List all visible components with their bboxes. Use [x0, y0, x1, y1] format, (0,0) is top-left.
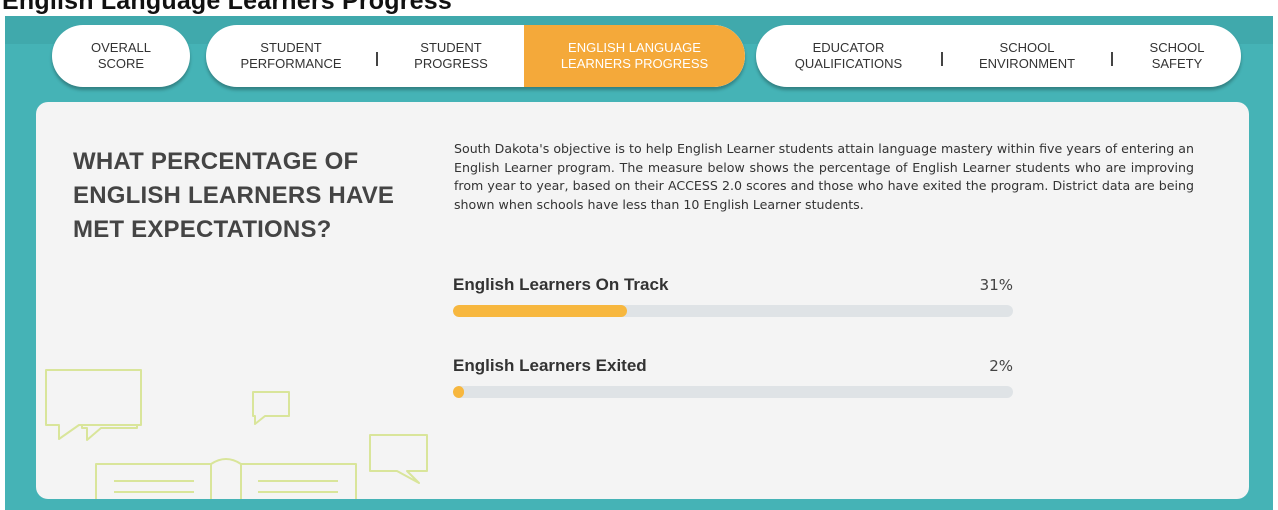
page-title: English Language Learners Progress: [2, 0, 452, 15]
progress-bar-fill: [453, 386, 465, 398]
tab-school-safety[interactable]: SCHOOL SAFETY: [1113, 25, 1241, 87]
metric-value: 31%: [979, 276, 1013, 294]
metric-label: English Learners On Track: [453, 275, 669, 294]
book-speech-bubbles-icon: [45, 369, 428, 499]
progress-bar-track: [453, 386, 1013, 398]
section-heading: WHAT PERCENTAGE OF ENGLISH LEARNERS HAVE…: [73, 148, 395, 243]
progress-bar-track: [453, 305, 1013, 317]
tab-group-school: EDUCATOR QUALIFICATIONS SCHOOL ENVIRONME…: [756, 25, 1241, 87]
tab-educator-qualifications[interactable]: EDUCATOR QUALIFICATIONS: [756, 25, 941, 87]
ell-progress-card: WHAT PERCENTAGE OF ENGLISH LEARNERS HAVE…: [36, 102, 1249, 499]
progress-bar-fill: [453, 305, 627, 317]
section-description: South Dakota's objective is to help Engl…: [454, 141, 1194, 212]
teal-background: OVERALL SCORE STUDENT PERFORMANCE STUDEN…: [5, 16, 1273, 510]
metric-exited: English Learners Exited 2%: [453, 356, 1013, 398]
page-header-strip: English Language Learners Progress: [0, 0, 1278, 16]
tab-group-students: STUDENT PERFORMANCE STUDENT PROGRESS ENG…: [206, 25, 745, 87]
metric-on-track: English Learners On Track 31%: [453, 275, 1013, 317]
tab-english-language-learners-progress[interactable]: ENGLISH LANGUAGE LEARNERS PROGRESS: [524, 25, 745, 87]
tab-school-environment[interactable]: SCHOOL ENVIRONMENT: [943, 25, 1111, 87]
tab-student-progress[interactable]: STUDENT PROGRESS: [378, 25, 524, 87]
tab-student-performance[interactable]: STUDENT PERFORMANCE: [206, 25, 376, 87]
tab-overall-score[interactable]: OVERALL SCORE: [52, 25, 190, 87]
tab-group-overall: OVERALL SCORE: [52, 25, 190, 87]
metric-value: 2%: [989, 357, 1013, 375]
metric-label: English Learners Exited: [453, 356, 647, 375]
